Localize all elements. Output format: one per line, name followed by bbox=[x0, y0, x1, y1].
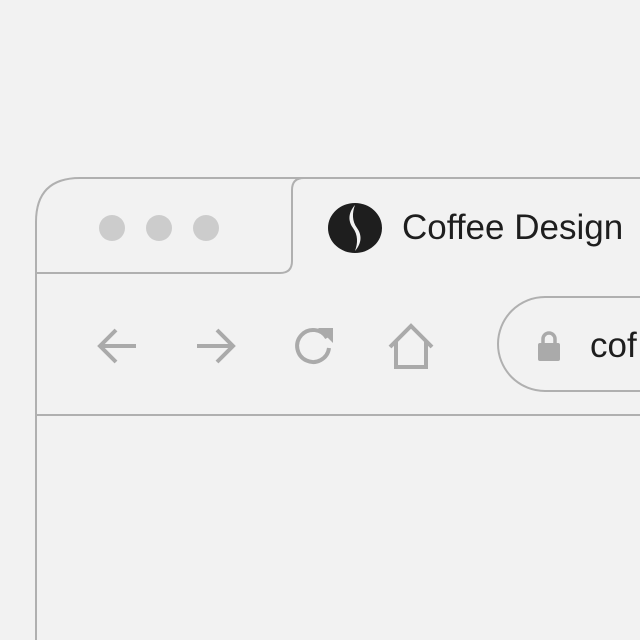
reload-icon[interactable] bbox=[289, 322, 337, 370]
arrow-left-icon[interactable] bbox=[94, 322, 142, 370]
browser-screenshot: Coffee Design cof bbox=[0, 0, 640, 640]
window-maximize-dot[interactable] bbox=[193, 215, 219, 241]
tab-title: Coffee Design bbox=[402, 208, 624, 247]
address-url[interactable]: cof bbox=[590, 324, 637, 368]
coffee-bean-logo-icon bbox=[326, 201, 384, 255]
window-close-dot[interactable] bbox=[99, 215, 125, 241]
page-content-area bbox=[37, 416, 640, 640]
lock-icon bbox=[536, 330, 562, 362]
window-minimize-dot[interactable] bbox=[146, 215, 172, 241]
arrow-right-icon[interactable] bbox=[191, 322, 239, 370]
home-icon[interactable] bbox=[386, 322, 434, 370]
